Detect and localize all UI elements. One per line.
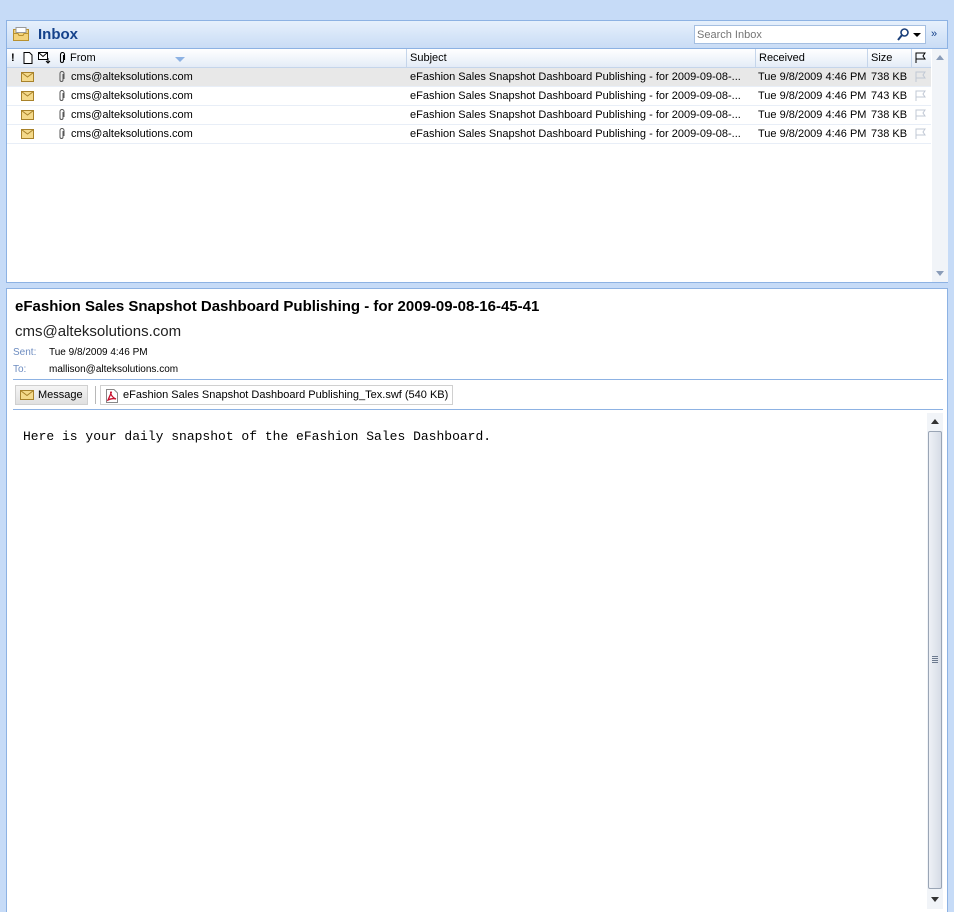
subject-column-header[interactable]: Subject [407,49,756,68]
row-size: 738 KB [871,128,908,140]
subject-column-label: Subject [410,52,447,64]
reminder-column-header-icon[interactable] [38,52,51,64]
scroll-up-arrow-icon[interactable] [931,419,939,424]
row-received: Tue 9/8/2009 4:46 PM [758,90,867,102]
pdf-file-icon [106,389,118,403]
row-from: cms@alteksolutions.com [71,128,193,140]
row-subject: eFashion Sales Snapshot Dashboard Publis… [410,90,741,102]
message-list-scrollbar[interactable] [932,49,948,282]
row-subject: eFashion Sales Snapshot Dashboard Publis… [410,128,741,140]
scroll-up-arrow-icon[interactable] [936,55,944,60]
sent-label: Sent: [13,347,37,358]
row-from: cms@alteksolutions.com [71,90,193,102]
message-body-scrollbar[interactable] [927,413,943,909]
to-label: To: [13,364,27,375]
row-received: Tue 9/8/2009 4:46 PM [758,71,867,83]
search-input[interactable] [697,27,897,42]
received-column-label: Received [759,52,805,64]
attachment-icon [59,71,65,82]
scroll-thumb[interactable] [928,431,942,889]
from-column-label: From [70,52,96,64]
flag-icon[interactable] [915,71,927,83]
attachment-file-label: eFashion Sales Snapshot Dashboard Publis… [123,389,449,401]
scroll-down-arrow-icon[interactable] [936,271,944,276]
row-from: cms@alteksolutions.com [71,71,193,83]
size-column-label: Size [871,52,893,64]
row-from: cms@alteksolutions.com [71,109,193,121]
search-box[interactable] [694,25,926,44]
scroll-down-arrow-icon[interactable] [931,897,939,902]
expand-chevron-icon[interactable]: » [931,28,943,40]
sent-value: Tue 9/8/2009 4:46 PM [49,347,148,358]
message-rows: cms@alteksolutions.com eFashion Sales Sna… [7,68,931,144]
envelope-icon [20,390,34,400]
icon-column-header-icon[interactable] [23,52,33,64]
received-column-header[interactable]: Received [756,49,868,68]
inbox-header: Inbox » [6,20,948,48]
reading-pane: eFashion Sales Snapshot Dashboard Publis… [6,288,948,912]
flag-icon[interactable] [915,90,927,102]
envelope-icon [21,91,34,101]
attachment-file-button[interactable]: eFashion Sales Snapshot Dashboard Publis… [100,385,454,405]
message-row[interactable]: cms@alteksolutions.com eFashion Sales Sna… [7,87,931,106]
flag-column-header-icon[interactable] [915,52,927,64]
attachment-icon [59,128,65,139]
attachment-icon [59,109,65,120]
row-size: 738 KB [871,71,908,83]
body-divider [13,409,943,410]
header-divider [13,379,943,380]
row-received: Tue 9/8/2009 4:46 PM [758,128,867,140]
message-row[interactable]: cms@alteksolutions.com eFashion Sales Sna… [7,106,931,125]
envelope-icon [21,110,34,120]
message-row[interactable]: cms@alteksolutions.com eFashion Sales Sna… [7,125,931,144]
flag-icon[interactable] [915,128,927,140]
message-list: ! From Subject Received Size cms@altekso… [6,48,948,283]
inbox-folder-icon [13,27,29,41]
attachment-bar: Message eFashion Sales Snapshot Dashboar… [13,384,943,406]
message-sender[interactable]: cms@alteksolutions.com [15,323,181,340]
message-body: Here is your daily snapshot of the eFash… [23,429,492,444]
attachment-icon [59,90,65,101]
message-tab-button[interactable]: Message [15,385,88,405]
envelope-icon [21,72,34,82]
row-size: 738 KB [871,109,908,121]
from-column-header[interactable]: From [67,49,407,68]
size-column-header[interactable]: Size [868,49,912,68]
row-subject: eFashion Sales Snapshot Dashboard Publis… [410,109,741,121]
attachment-column-header-icon[interactable] [58,52,66,64]
search-icon[interactable] [897,28,909,41]
row-size: 743 KB [871,90,908,102]
message-tab-label: Message [38,389,83,401]
to-value[interactable]: mallison@alteksolutions.com [49,364,178,375]
row-received: Tue 9/8/2009 4:46 PM [758,109,867,121]
sort-descending-icon [175,57,185,62]
scroll-grip-icon [932,656,938,663]
column-header-row: ! From Subject Received Size [7,49,931,68]
flag-icon[interactable] [915,109,927,121]
search-options-dropdown-icon[interactable] [913,33,921,37]
row-subject: eFashion Sales Snapshot Dashboard Publis… [410,71,741,83]
message-subject: eFashion Sales Snapshot Dashboard Publis… [15,298,540,315]
message-row[interactable]: cms@alteksolutions.com eFashion Sales Sna… [7,68,931,87]
envelope-icon [21,129,34,139]
importance-column-header[interactable]: ! [11,52,21,64]
folder-title: Inbox [38,26,78,43]
outlook-window: Inbox » ! From [0,0,954,912]
attachment-divider [95,386,96,404]
